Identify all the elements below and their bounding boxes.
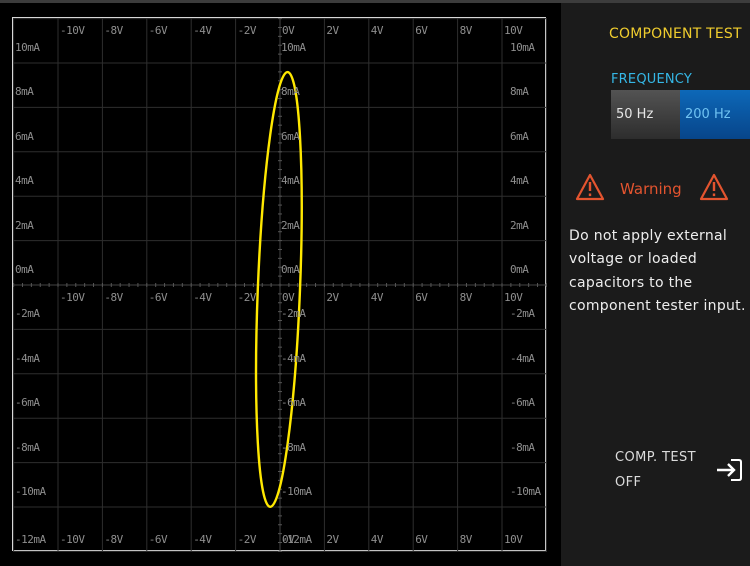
y-tick-label-right: -10mA	[510, 485, 541, 498]
y-tick-label-left: -4mA	[15, 351, 40, 365]
y-tick-label-right: -6mA	[510, 396, 535, 410]
comp-test-label-line1: COMP. TEST	[615, 450, 696, 465]
x-tick-label-top: 4V	[370, 24, 384, 37]
frequency-200hz-button[interactable]: 200 Hz	[680, 90, 750, 139]
side-panel: COMPONENT TEST FREQUENCY 50 Hz 200 Hz Wa…	[561, 3, 750, 566]
x-tick-label-middle: -4V	[193, 291, 212, 304]
x-tick-label-middle: -6V	[148, 291, 168, 304]
y-tick-label-center: -4mA	[281, 351, 306, 365]
y-tick-label-center: 10mA	[281, 41, 306, 54]
y-tick-label-center: -8mA	[281, 440, 306, 454]
x-tick-label-middle: 0V	[282, 291, 295, 304]
y-tick-label-left: 8mA	[15, 85, 34, 99]
x-tick-label-bottom: 10V	[504, 533, 523, 546]
warning-message: Do not apply external voltage or loaded …	[569, 228, 746, 314]
comp-test-label: COMP. TEST OFF	[615, 445, 696, 495]
plot-svg	[13, 18, 547, 552]
frequency-label: FREQUENCY	[611, 72, 692, 87]
y-tick-label-left: -2mA	[15, 307, 40, 321]
warning-triangle-icon	[699, 173, 729, 201]
x-tick-label-middle: -2V	[237, 291, 257, 304]
x-tick-label-bottom: -4V	[193, 533, 212, 546]
x-tick-label-top: -4V	[193, 24, 212, 37]
y-tick-label-left: -10mA	[15, 485, 46, 498]
x-tick-label-top: -2V	[237, 24, 257, 37]
y-tick-label-right: 2mA	[510, 218, 529, 232]
x-tick-label-middle: 4V	[370, 291, 384, 304]
warning-title: Warning	[620, 180, 682, 198]
y-tick-label-center: -2mA	[281, 307, 306, 321]
y-tick-label-center: 8mA	[281, 85, 300, 99]
comp-test-label-line2: OFF	[615, 475, 642, 490]
y-tick-label-right: -2mA	[510, 307, 535, 321]
x-tick-label-top: 0V	[282, 24, 295, 37]
y-tick-label-left: -8mA	[15, 440, 40, 454]
y-tick-label-center: 4mA	[281, 174, 300, 188]
y-tick-label-right: 4mA	[510, 174, 529, 188]
y-tick-label-right: 10mA	[510, 41, 535, 54]
component-test-plot: -10V -10V -10V -8V -8V -8V -6V -6V -6V -4V -4V -4V -…	[12, 17, 547, 552]
x-tick-label-top: 6V	[415, 24, 428, 37]
y-tick-label-center: 0mA	[281, 263, 300, 276]
x-tick-label-top: 8V	[459, 24, 473, 37]
y-tick-label-center: 2mA	[281, 218, 300, 232]
y-tick-label-left: -12mA	[15, 533, 46, 546]
y-tick-label-left: 0mA	[15, 263, 34, 276]
x-tick-label-middle: -8V	[104, 291, 123, 304]
exit-arrow-icon	[717, 459, 742, 481]
y-tick-label-right: 0mA	[510, 263, 529, 276]
y-tick-label-center: -10mA	[281, 485, 312, 498]
y-tick-label-right: 8mA	[510, 85, 529, 99]
x-tick-label-bottom: -2V	[237, 533, 257, 546]
x-tick-label-bottom: 2V	[326, 533, 339, 546]
y-tick-label-right: -4mA	[510, 351, 535, 365]
y-tick-label-center: 6mA	[281, 129, 300, 143]
panel-title: COMPONENT TEST	[609, 26, 742, 42]
y-tick-label-center: -6mA	[281, 396, 306, 410]
y-tick-label-left: 2mA	[15, 218, 34, 232]
y-tick-label-center: -12mA	[281, 533, 312, 546]
x-tick-label-middle: 2V	[326, 291, 339, 304]
x-tick-label-bottom: -10V	[60, 533, 85, 546]
x-tick-label-bottom: 6V	[415, 533, 428, 546]
x-tick-label-bottom: -8V	[104, 533, 123, 546]
y-tick-label-left: 4mA	[15, 174, 34, 188]
frequency-50hz-button[interactable]: 50 Hz	[611, 90, 680, 139]
x-tick-label-middle: -10V	[60, 291, 85, 304]
x-tick-label-top: -8V	[104, 24, 123, 37]
y-tick-label-left: -6mA	[15, 396, 40, 410]
x-tick-label-bottom: -6V	[148, 533, 168, 546]
warning-header: Warning	[575, 173, 750, 205]
warning-triangle-icon	[575, 173, 605, 201]
y-tick-label-right: 6mA	[510, 129, 529, 143]
x-tick-label-top: 10V	[504, 24, 523, 37]
x-tick-label-top: 2V	[326, 24, 339, 37]
y-tick-label-right: -8mA	[510, 440, 535, 454]
y-tick-label-left: 10mA	[15, 41, 40, 54]
x-tick-label-bottom: 4V	[370, 533, 384, 546]
x-tick-label-middle: 10V	[504, 291, 523, 304]
y-tick-label-left: 6mA	[15, 129, 34, 143]
x-tick-label-top: -6V	[148, 24, 168, 37]
frequency-selector: 50 Hz 200 Hz	[611, 90, 750, 139]
x-tick-label-bottom: 8V	[459, 533, 473, 546]
comp-test-off-button[interactable]: COMP. TEST OFF	[615, 445, 750, 495]
x-tick-label-middle: 6V	[415, 291, 428, 304]
x-tick-label-top: -10V	[60, 24, 85, 37]
x-tick-label-middle: 8V	[459, 291, 473, 304]
